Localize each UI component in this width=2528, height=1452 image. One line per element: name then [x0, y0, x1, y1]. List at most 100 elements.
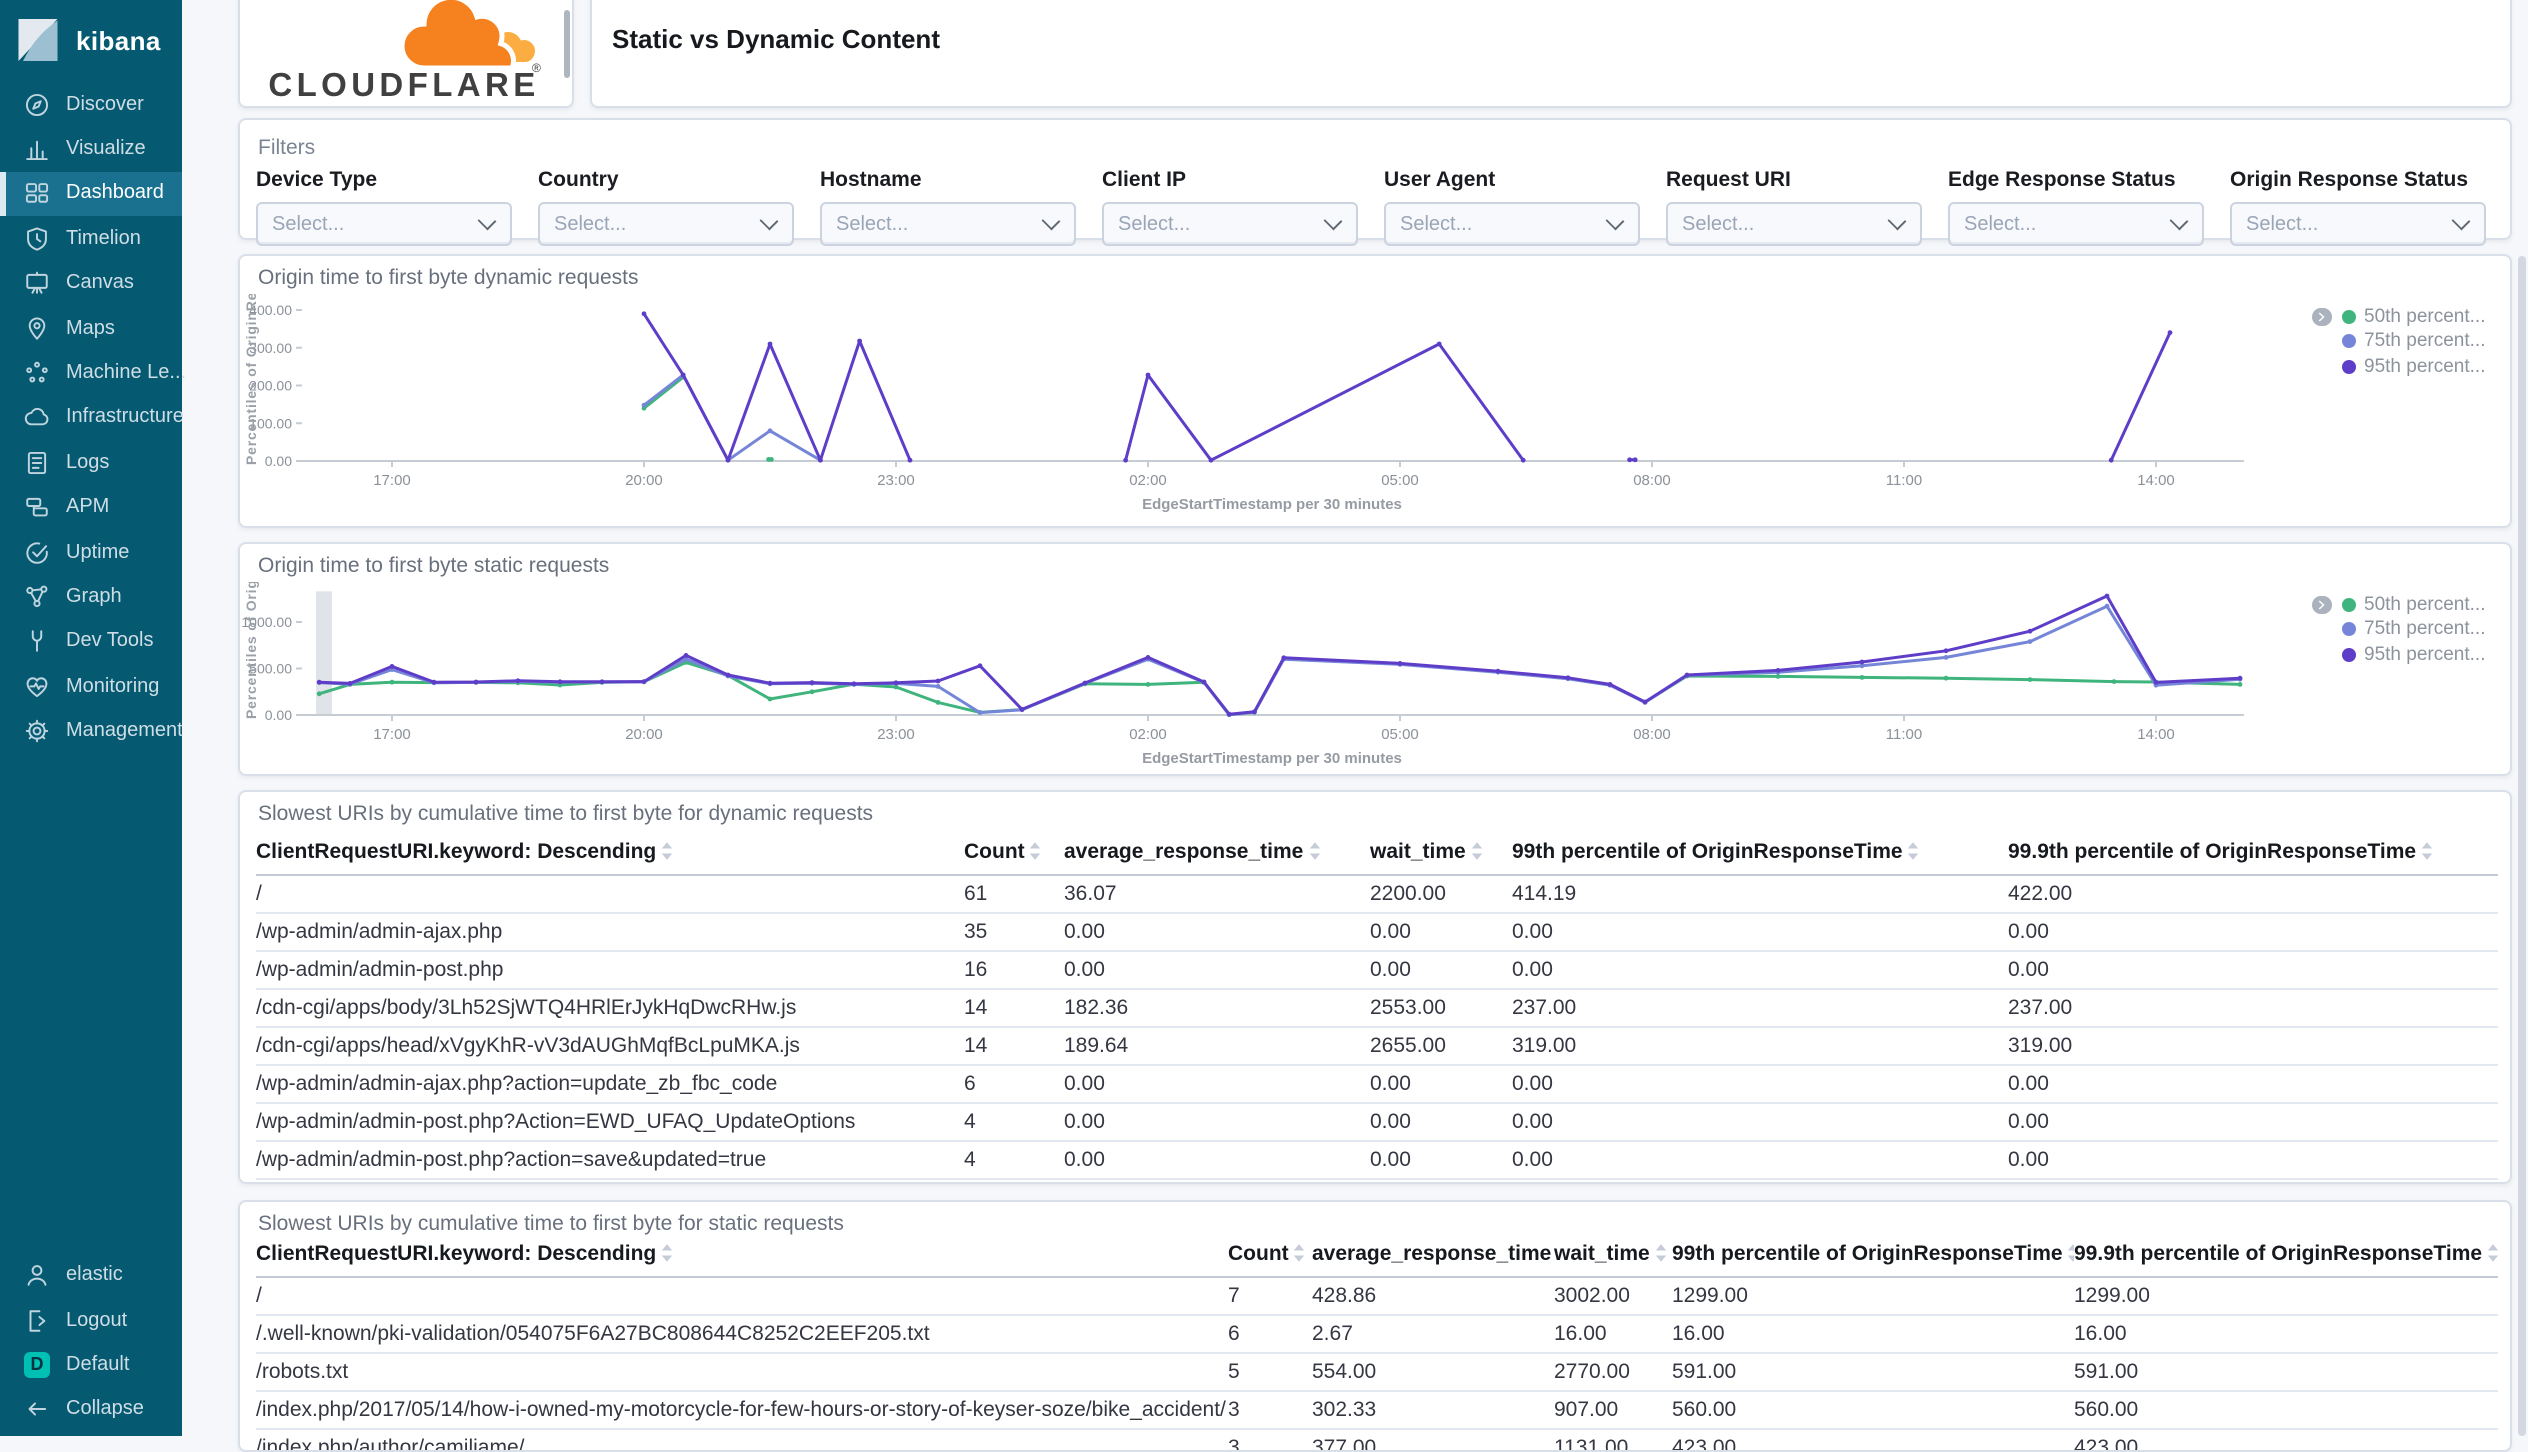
column-header-count[interactable]: Count: [1228, 1242, 1312, 1278]
sort-icon[interactable]: [660, 1244, 674, 1268]
filter-country-select[interactable]: Select...: [538, 202, 794, 246]
cell-value: 2.67: [1312, 1315, 1554, 1354]
sidebar-item-label: Maps: [66, 317, 115, 340]
panel-scrollbar[interactable]: [564, 10, 570, 78]
cell-uri: /wp-admin/admin-post.php?action=...: [256, 1179, 964, 1182]
legend-item-95th-percent[interactable]: 95th percent...: [2312, 354, 2485, 379]
sidebar-item-infrastructure[interactable]: Infrastructure: [0, 395, 184, 440]
column-header-99th-percentile-of-originresponsetime[interactable]: 99th percentile of OriginResponseTime: [1512, 840, 2008, 876]
cell-value: 554.00: [1312, 1353, 1554, 1392]
cell-value: 0.00: [2008, 951, 2498, 990]
sidebar-item-logout[interactable]: Logout: [0, 1298, 182, 1343]
column-header-wait-time[interactable]: wait_time: [1370, 840, 1512, 876]
sidebar-item-uptime[interactable]: Uptime: [0, 530, 182, 575]
line-chart-canvas: 0.00100.00200.00300.00400.0017:00 20:00 23…: [243, 294, 2244, 513]
table-row: /.well-known/pki-validation/054075F6A27B…: [256, 1315, 2498, 1354]
sidebar-item-management[interactable]: Management: [0, 709, 183, 754]
cell-uri: /wp-admin/admin-post.php: [256, 951, 964, 990]
sort-icon[interactable]: [2067, 1244, 2074, 1268]
sort-icon[interactable]: [2420, 842, 2434, 866]
legend-item-75th-percent[interactable]: 75th percent...: [2312, 329, 2485, 354]
column-header-average-response-time[interactable]: average_response_time: [1064, 840, 1370, 876]
table-row: /wp-admin/admin-post.php?action=save&upd…: [256, 1141, 2498, 1180]
sort-icon[interactable]: [1907, 842, 1921, 866]
kibana-brand[interactable]: kibana: [0, 0, 182, 82]
filter-request-uri-select[interactable]: Select...: [1666, 202, 1922, 246]
chart-panel-static: Origin time to first byte static request…: [238, 542, 2512, 776]
filter-user-agent-select[interactable]: Select...: [1384, 202, 1640, 246]
select-placeholder: Select...: [1118, 213, 1191, 235]
sort-icon[interactable]: [2486, 1244, 2498, 1268]
filter-hostname-select[interactable]: Select...: [820, 202, 1076, 246]
filter-device-type-select[interactable]: Select...: [256, 202, 512, 246]
sort-icon[interactable]: [1654, 1244, 1668, 1268]
table-panel-dynamic: Slowest URIs by cumulative time to first…: [238, 790, 2512, 1184]
cell-uri: /.well-known/pki-validation/054075F6A27B…: [256, 1315, 1228, 1354]
column-header-label: 99.9th percentile of OriginResponseTime: [2074, 1242, 2483, 1266]
filter-field-edge-response-status: Edge Response Status Select...: [1948, 168, 2204, 246]
legend-item-50th-percent[interactable]: 50th percent...: [2312, 304, 2485, 329]
sidebar-item-visualize[interactable]: Visualize: [0, 127, 182, 172]
filter-origin-response-status-select[interactable]: Select...: [2230, 202, 2486, 246]
sidebar-item-canvas[interactable]: Canvas: [0, 261, 182, 306]
column-header-count[interactable]: Count: [964, 840, 1064, 876]
column-header-99-9th-percentile-of-originresponsetime[interactable]: 99.9th percentile of OriginResponseTime: [2008, 840, 2498, 876]
sidebar-item-timelion[interactable]: Timelion: [0, 216, 182, 261]
sidebar-item-label: Machine Le...: [66, 362, 187, 385]
chevron-right-icon[interactable]: [2312, 595, 2331, 614]
legend-item-95th-percent[interactable]: 95th percent...: [2312, 642, 2485, 667]
cell-value: 0.00: [1370, 913, 1512, 952]
column-header-label: ClientRequestURI.keyword: Descending: [256, 1242, 657, 1266]
chevron-right-icon[interactable]: [2312, 307, 2331, 326]
column-header-wait-time[interactable]: wait_time: [1554, 1242, 1672, 1278]
sidebar-item-maps[interactable]: Maps: [0, 306, 182, 351]
table-row: /index.php/author/camiliame/3 377.00 1131.…: [256, 1429, 2498, 1450]
page-scrollbar[interactable]: [2518, 256, 2526, 1436]
sidebar-item-machine-le[interactable]: Machine Le...: [0, 351, 186, 396]
legend-item-50th-percent[interactable]: 50th percent...: [2312, 592, 2485, 617]
cell-value: 6: [964, 1065, 1064, 1104]
column-header-99-9th-percentile-of-originresponsetime[interactable]: 99.9th percentile of OriginResponseTime: [2074, 1242, 2498, 1278]
sidebar-item-apm[interactable]: APM: [0, 485, 182, 530]
table-row: /cdn-cgi/apps/body/3Lh52SjWTQ4HRlErJykHq…: [256, 989, 2498, 1028]
cell-value: 16.00: [1672, 1315, 2074, 1354]
cell-uri: /robots.txt: [256, 1353, 1228, 1392]
sidebar-item-label: Logout: [66, 1309, 128, 1332]
sidebar-item-label: Monitoring: [66, 675, 160, 698]
sidebar-item-dev-tools[interactable]: Dev Tools: [0, 619, 182, 664]
sidebar-item-dashboard[interactable]: Dashboard: [0, 171, 182, 218]
column-header-clientrequesturi-keyword-descending[interactable]: ClientRequestURI.keyword: Descending: [256, 840, 964, 876]
compass-icon: [24, 91, 50, 117]
sidebar-item-elastic[interactable]: elastic: [0, 1253, 182, 1298]
filter-field-client-ip: Client IP Select...: [1102, 168, 1358, 246]
cell-value: 4: [964, 1103, 1064, 1142]
sidebar-item-monitoring[interactable]: Monitoring: [0, 664, 182, 709]
sort-icon[interactable]: [1293, 1244, 1307, 1268]
column-header-average-response-time[interactable]: average_response_time: [1312, 1242, 1554, 1278]
chevron-down-icon: [477, 211, 497, 231]
y-axis-title: Percentiles of OriginResponse: [243, 582, 259, 719]
column-header-clientrequesturi-keyword-descending[interactable]: ClientRequestURI.keyword: Descending: [256, 1242, 1228, 1278]
filter-edge-response-status-select[interactable]: Select...: [1948, 202, 2204, 246]
legend-item-75th-percent[interactable]: 75th percent...: [2312, 617, 2485, 642]
filter-client-ip-select[interactable]: Select...: [1102, 202, 1358, 246]
sort-icon[interactable]: [660, 842, 674, 866]
cell-uri: /wp-admin/admin-ajax.php?action=update_z…: [256, 1065, 964, 1104]
sidebar-item-default[interactable]: D Default: [0, 1342, 182, 1387]
kibana-dashboard-page: kibana Discover Visualize Dashboard Timelio…: [0, 0, 2528, 1452]
x-axis-tick-label: 17:00: [373, 726, 411, 743]
sort-icon[interactable]: [1307, 842, 1321, 866]
sidebar-item-collapse[interactable]: Collapse: [0, 1387, 182, 1432]
sort-icon[interactable]: [1029, 842, 1043, 866]
cell-value: 0.00: [1370, 951, 1512, 990]
sidebar-item-graph[interactable]: Graph: [0, 575, 182, 620]
sidebar-item-discover[interactable]: Discover: [0, 82, 182, 127]
sidebar-item-logs[interactable]: Logs: [0, 440, 182, 485]
x-axis-tick-label: 08:00: [1633, 472, 1671, 489]
cell-value: 0.00: [1512, 951, 2008, 990]
sort-icon[interactable]: [1470, 842, 1484, 866]
cell-value: 423.00: [2074, 1429, 2498, 1450]
column-header-99th-percentile-of-originresponsetime[interactable]: 99th percentile of OriginResponseTime: [1672, 1242, 2074, 1278]
cell-value: 5: [1228, 1353, 1312, 1392]
x-axis-tick-label: 14:00: [2137, 472, 2175, 489]
